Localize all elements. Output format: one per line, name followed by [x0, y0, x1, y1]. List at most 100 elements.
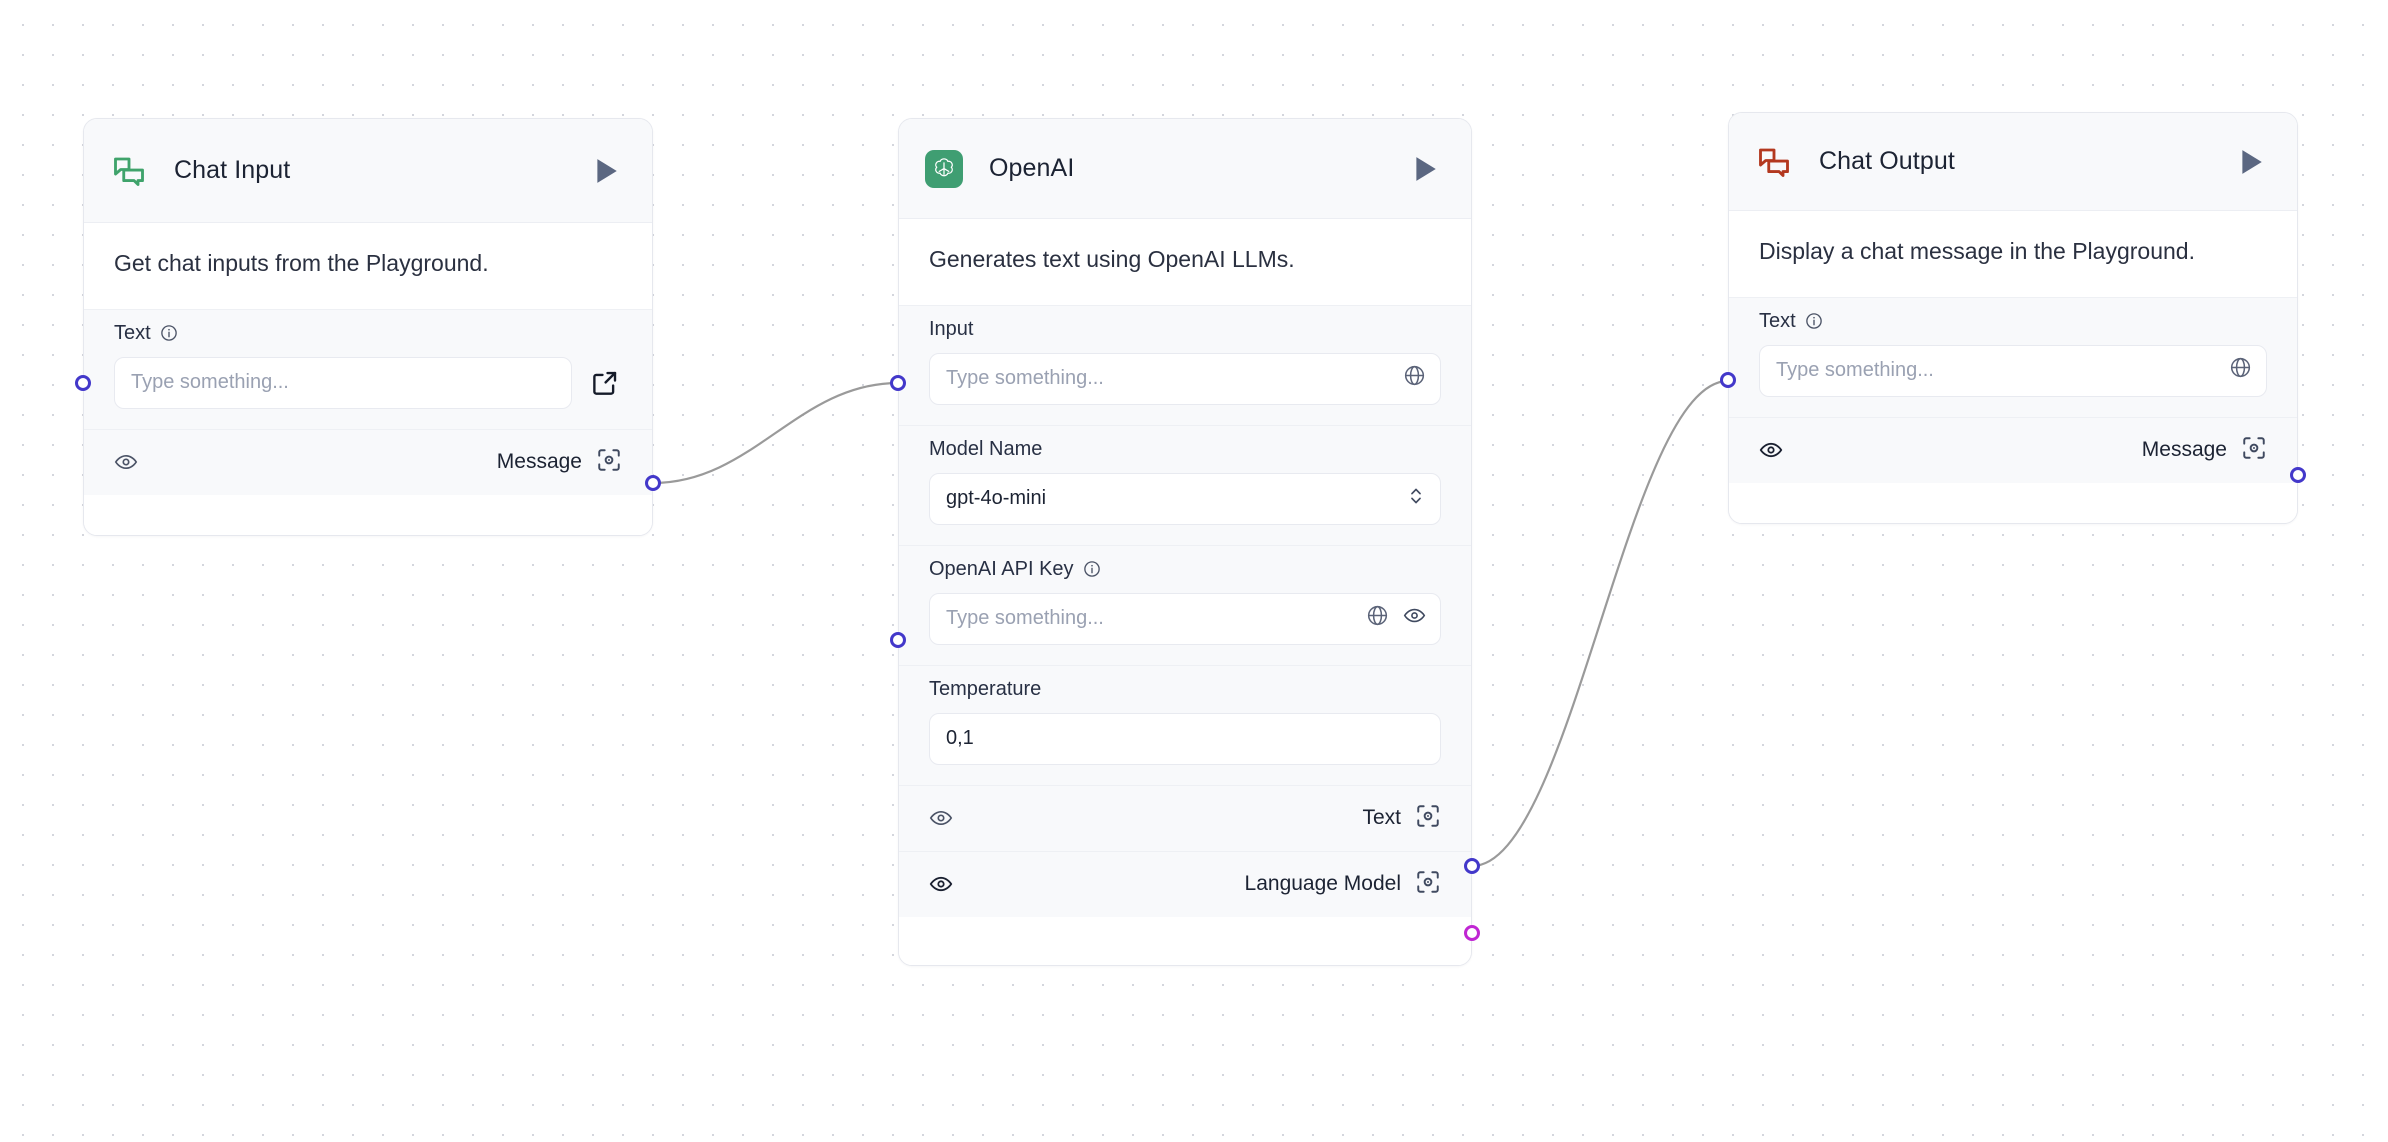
handle-chat-output-message-out[interactable]	[2290, 467, 2306, 483]
textbox-icons	[1406, 485, 1426, 513]
textbox-icons	[2229, 356, 2252, 385]
input-row: Type something...	[929, 352, 1441, 405]
run-icon[interactable]	[2231, 142, 2271, 182]
model-name-select[interactable]: gpt-4o-mini	[929, 472, 1441, 525]
api-key-input[interactable]: Type something...	[929, 592, 1441, 645]
field-label-row: Temperature	[929, 678, 1441, 701]
output-label: Message	[496, 450, 582, 474]
field-model-name: Model Name gpt-4o-mini	[899, 424, 1471, 545]
handle-openai-text-out[interactable]	[1464, 858, 1480, 874]
field-temperature: Temperature 0,1	[899, 664, 1471, 785]
scan-target-icon[interactable]	[2241, 435, 2267, 466]
text-input-placeholder: Type something...	[1776, 359, 1934, 382]
field-label: Temperature	[929, 677, 1042, 700]
text-input[interactable]: Type something...	[1759, 344, 2267, 397]
eye-icon[interactable]	[1403, 604, 1426, 633]
eye-icon[interactable]	[929, 872, 953, 896]
handle-chat-output-text-in[interactable]	[1720, 372, 1736, 388]
output-row-message: Message	[84, 428, 652, 495]
text-input-placeholder: Type something...	[131, 371, 289, 394]
field-label-row: Input	[929, 318, 1441, 341]
info-icon[interactable]	[1083, 560, 1101, 578]
node-chat-output[interactable]: Chat Output Display a chat message in th…	[1728, 112, 2298, 524]
output-row-language-model: Language Model	[899, 850, 1471, 917]
node-header[interactable]: OpenAI	[899, 119, 1471, 219]
node-title: Chat Input	[174, 156, 291, 184]
field-text: Text Type something...	[1729, 296, 2297, 417]
globe-icon[interactable]	[1366, 604, 1389, 633]
node-footer	[84, 494, 652, 535]
chevron-up-down-icon[interactable]	[1406, 485, 1426, 513]
output-right: Text	[1362, 803, 1441, 834]
field-label-row: Text	[114, 322, 622, 345]
openai-logo-icon	[925, 149, 963, 188]
node-chat-input[interactable]: Chat Input Get chat inputs from the Play…	[83, 118, 653, 536]
output-right: Language Model	[1245, 869, 1441, 900]
edge-openai-to-chat-output	[1471, 379, 1729, 868]
scan-target-icon[interactable]	[596, 447, 622, 478]
output-right: Message	[2142, 435, 2267, 466]
info-icon[interactable]	[160, 324, 178, 342]
field-label: Text	[114, 321, 151, 344]
output-label: Message	[2141, 438, 2227, 462]
handle-openai-language-model-out[interactable]	[1464, 925, 1480, 941]
input-row: 0,1	[929, 712, 1441, 765]
input-row: Type something...	[1759, 344, 2267, 397]
node-footer	[1729, 482, 2297, 523]
node-openai[interactable]: OpenAI Generates text using OpenAI LLMs.…	[898, 118, 1472, 966]
input-row: Type something...	[114, 356, 622, 409]
field-text: Text Type something...	[84, 308, 652, 429]
node-title: Chat Output	[1819, 147, 1955, 175]
edge-chat-input-to-openai	[652, 381, 899, 485]
scan-target-icon[interactable]	[1415, 803, 1441, 834]
input-row: Type something...	[929, 592, 1441, 645]
field-label: Text	[1759, 309, 1796, 332]
node-footer	[899, 916, 1471, 965]
temperature-input[interactable]: 0,1	[929, 712, 1441, 765]
output-right: Message	[497, 447, 622, 478]
text-input-placeholder: Type something...	[946, 367, 1104, 390]
run-icon[interactable]	[586, 151, 626, 191]
temperature-value: 0,1	[946, 727, 974, 750]
output-label: Language Model	[1244, 872, 1401, 896]
flow-canvas[interactable]: Chat Input Get chat inputs from the Play…	[0, 0, 2388, 1142]
node-header[interactable]: Chat Output	[1729, 113, 2297, 211]
scan-target-icon[interactable]	[1415, 869, 1441, 900]
output-row-text: Text	[899, 784, 1471, 851]
model-name-value: gpt-4o-mini	[946, 487, 1047, 510]
handle-openai-api-key-in[interactable]	[890, 632, 906, 648]
field-label: Model Name	[929, 437, 1043, 460]
field-openai-api-key: OpenAI API Key Type something...	[899, 544, 1471, 665]
globe-icon[interactable]	[2229, 356, 2252, 385]
run-icon[interactable]	[1405, 149, 1445, 189]
output-row-message: Message	[1729, 416, 2297, 483]
handle-chat-input-text-in[interactable]	[75, 375, 91, 391]
globe-icon[interactable]	[1403, 364, 1426, 393]
text-input[interactable]: Type something...	[114, 356, 572, 409]
text-input[interactable]: Type something...	[929, 352, 1441, 405]
textbox-icons	[1403, 364, 1426, 393]
handle-openai-input-in[interactable]	[890, 375, 906, 391]
node-description: Display a chat message in the Playground…	[1729, 211, 2297, 297]
input-row: gpt-4o-mini	[929, 472, 1441, 525]
field-label-row: Model Name	[929, 438, 1441, 461]
external-link-icon[interactable]	[588, 366, 622, 400]
info-icon[interactable]	[1805, 312, 1823, 330]
output-label: Text	[1362, 806, 1401, 830]
field-label: Input	[929, 317, 974, 340]
node-description: Get chat inputs from the Playground.	[84, 223, 652, 309]
handle-chat-input-message-out[interactable]	[645, 475, 661, 491]
field-label: OpenAI API Key	[929, 557, 1074, 580]
eye-icon[interactable]	[114, 450, 138, 474]
api-key-placeholder: Type something...	[946, 607, 1104, 630]
field-label-row: Text	[1759, 310, 2267, 333]
field-input: Input Type something...	[899, 304, 1471, 425]
node-header[interactable]: Chat Input	[84, 119, 652, 223]
chat-bubbles-icon	[1755, 143, 1793, 181]
eye-icon[interactable]	[1759, 438, 1783, 462]
field-label-row: OpenAI API Key	[929, 558, 1441, 581]
node-description: Generates text using OpenAI LLMs.	[899, 219, 1471, 305]
textbox-icons	[1366, 604, 1426, 633]
eye-icon[interactable]	[929, 806, 953, 830]
chat-bubbles-icon	[110, 152, 148, 190]
